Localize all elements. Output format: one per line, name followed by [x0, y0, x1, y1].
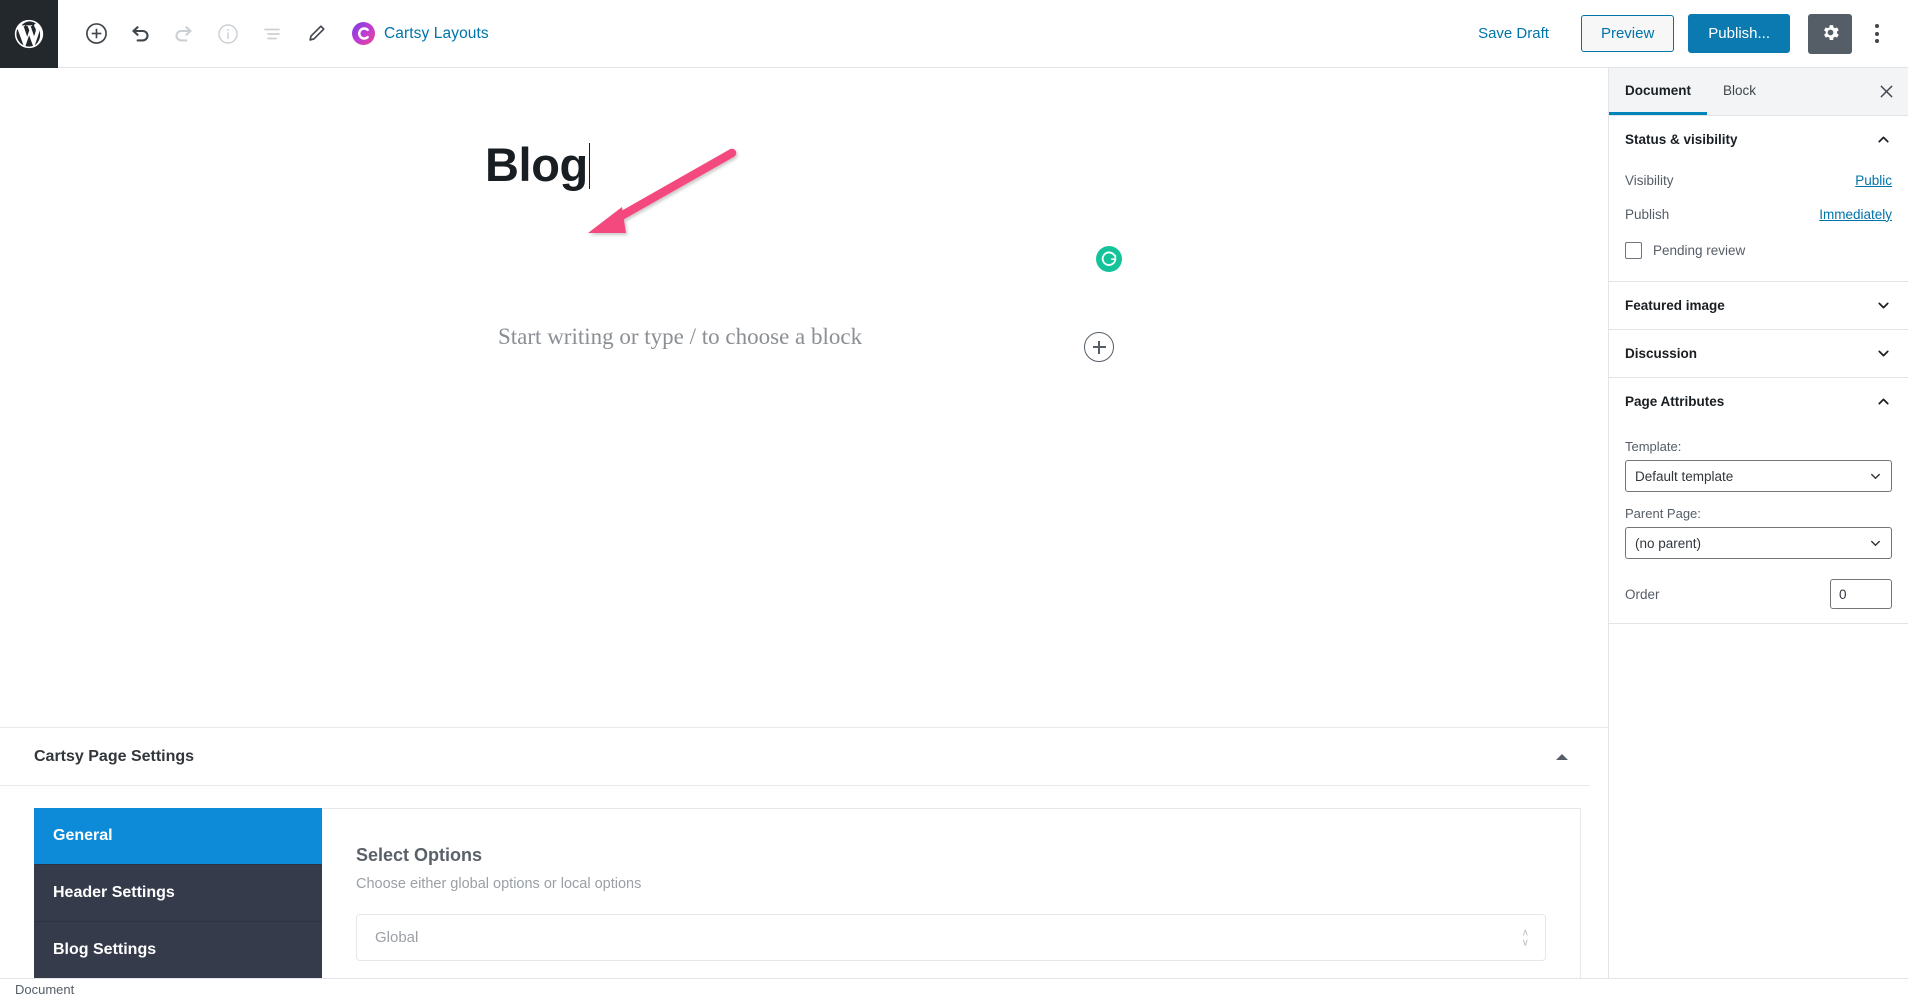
cartsy-tab-panel-general: Select Options Choose either global opti… — [322, 808, 1581, 978]
toolbar-actions-group: Save Draft Preview Publish... — [1464, 12, 1908, 56]
cartsy-tabs-rail: General Header Settings Blog Settings — [34, 808, 322, 978]
chevron-up-icon — [1875, 393, 1892, 410]
panel-status-visibility-header[interactable]: Status & visibility — [1609, 116, 1908, 163]
cartsy-tab-general[interactable]: General — [34, 808, 322, 865]
visibility-value-button[interactable]: Public — [1855, 173, 1892, 188]
undo-arrow-icon — [128, 22, 152, 46]
editor-toolbar: Cartsy Layouts Save Draft Preview Publis… — [0, 0, 1908, 68]
select-options-heading: Select Options — [356, 845, 483, 865]
cartsy-layouts-label: Cartsy Layouts — [384, 24, 489, 42]
cartsy-logo-icon — [352, 22, 375, 45]
panel-discussion: Discussion — [1609, 330, 1908, 378]
save-draft-button[interactable]: Save Draft — [1464, 17, 1563, 50]
cartsy-tab-label: General — [53, 827, 113, 844]
pencil-icon — [305, 22, 328, 45]
updown-stepper-icon[interactable]: ∧ ∨ — [1522, 928, 1529, 948]
parent-page-value: (no parent) — [1635, 535, 1702, 551]
tab-document[interactable]: Document — [1609, 68, 1708, 115]
block-editor-writing-area[interactable]: Blog Start writing or type / to choose a… — [0, 68, 1608, 728]
cartsy-tab-header-settings[interactable]: Header Settings — [34, 865, 322, 922]
panel-featured-image-header[interactable]: Featured image — [1609, 282, 1908, 329]
select-options-value: Global — [375, 929, 419, 946]
row-visibility: Visibility Public — [1625, 163, 1892, 197]
pending-review-label: Pending review — [1653, 242, 1746, 258]
collapse-triangle-icon[interactable] — [1556, 753, 1568, 760]
panel-title: Discussion — [1625, 346, 1698, 361]
document-settings-sidebar: Document Block Status & visibility Visib… — [1608, 68, 1908, 978]
info-circle-icon — [216, 22, 240, 46]
publish-value-button[interactable]: Immediately — [1819, 207, 1892, 222]
editor-status-bar: Document — [0, 978, 1908, 999]
panel-discussion-header[interactable]: Discussion — [1609, 330, 1908, 377]
redo-arrow-icon — [172, 22, 196, 46]
order-row: Order — [1625, 579, 1892, 609]
block-navigation-button[interactable] — [250, 12, 294, 56]
preview-button[interactable]: Preview — [1580, 15, 1675, 52]
wordpress-logo-icon — [12, 17, 46, 51]
select-options-description: Choose either global options or local op… — [356, 876, 642, 892]
template-label: Template: — [1625, 439, 1682, 454]
panel-featured-image: Featured image — [1609, 282, 1908, 330]
content-structure-button[interactable] — [206, 12, 250, 56]
order-label: Order — [1625, 586, 1660, 602]
panel-title: Page Attributes — [1625, 394, 1725, 409]
select-options-dropdown[interactable]: Global ∧ ∨ — [356, 914, 1546, 961]
gear-icon — [1820, 22, 1841, 46]
wordpress-block-editor: Cartsy Layouts Save Draft Preview Publis… — [0, 0, 1908, 999]
block-placeholder-text[interactable]: Start writing or type / to choose a bloc… — [498, 324, 862, 350]
template-select[interactable]: Default template — [1625, 460, 1892, 492]
metabox-body: General Header Settings Blog Settings Se… — [0, 786, 1590, 978]
chevron-down-icon — [1875, 345, 1892, 362]
plus-circle-icon — [84, 21, 109, 46]
post-title-field[interactable]: Blog — [485, 138, 591, 192]
chevron-down-icon — [1868, 536, 1883, 551]
wordpress-logo-button[interactable] — [0, 0, 58, 68]
chevron-down-icon — [1875, 297, 1892, 314]
chevron-down-icon — [1868, 469, 1883, 484]
cartsy-tab-blog-settings[interactable]: Blog Settings — [34, 922, 322, 978]
panel-page-attributes-body: Template: Default template Parent Page: … — [1609, 439, 1908, 623]
editor-canvas: Blog Start writing or type / to choose a… — [0, 68, 1608, 978]
list-view-icon — [260, 22, 284, 46]
grammarly-icon[interactable] — [1096, 246, 1122, 272]
visibility-label: Visibility — [1625, 172, 1674, 188]
parent-page-label: Parent Page: — [1625, 506, 1701, 521]
template-value: Default template — [1635, 468, 1734, 484]
panel-title: Status & visibility — [1625, 132, 1738, 147]
panel-page-attributes-header[interactable]: Page Attributes — [1609, 378, 1908, 425]
cartsy-page-settings-metabox: Cartsy Page Settings General Header Sett… — [0, 728, 1608, 978]
metabox-title: Cartsy Page Settings — [34, 747, 195, 765]
undo-button[interactable] — [118, 12, 162, 56]
publish-label: Publish — [1625, 206, 1670, 222]
row-pending-review: Pending review — [1625, 233, 1892, 267]
cartsy-layouts-button[interactable]: Cartsy Layouts — [352, 22, 489, 45]
panel-status-visibility-body: Visibility Public Publish Immediately Pe… — [1609, 163, 1908, 281]
post-title-text: Blog — [485, 138, 588, 191]
settings-toggle-button[interactable] — [1808, 13, 1852, 54]
status-bar-breadcrumb: Document — [15, 981, 75, 997]
close-icon[interactable] — [1870, 76, 1902, 108]
toolbar-tools-group: Cartsy Layouts — [58, 12, 489, 56]
panel-page-attributes: Page Attributes Template: Default templa… — [1609, 378, 1908, 624]
publish-button[interactable]: Publish... — [1688, 14, 1790, 53]
sidebar-tab-bar: Document Block — [1609, 68, 1908, 116]
text-caret — [588, 143, 591, 189]
row-publish: Publish Immediately — [1625, 197, 1892, 231]
pending-review-checkbox[interactable] — [1625, 241, 1642, 259]
panel-title: Featured image — [1625, 298, 1725, 313]
tab-block[interactable]: Block — [1707, 68, 1772, 115]
panel-status-visibility: Status & visibility Visibility Public Pu… — [1609, 116, 1908, 282]
cartsy-tab-label: Blog Settings — [53, 941, 157, 958]
redo-button[interactable] — [162, 12, 206, 56]
kebab-menu-icon — [1875, 24, 1879, 43]
block-inserter-button[interactable] — [1084, 332, 1114, 362]
add-block-button[interactable] — [74, 12, 118, 56]
more-options-button[interactable] — [1858, 12, 1896, 56]
parent-page-select[interactable]: (no parent) — [1625, 527, 1892, 559]
cartsy-tab-label: Header Settings — [53, 884, 175, 901]
chevron-up-icon — [1875, 131, 1892, 148]
metabox-header[interactable]: Cartsy Page Settings — [0, 728, 1590, 786]
order-input[interactable] — [1830, 579, 1892, 609]
edit-mode-button[interactable] — [294, 12, 338, 56]
